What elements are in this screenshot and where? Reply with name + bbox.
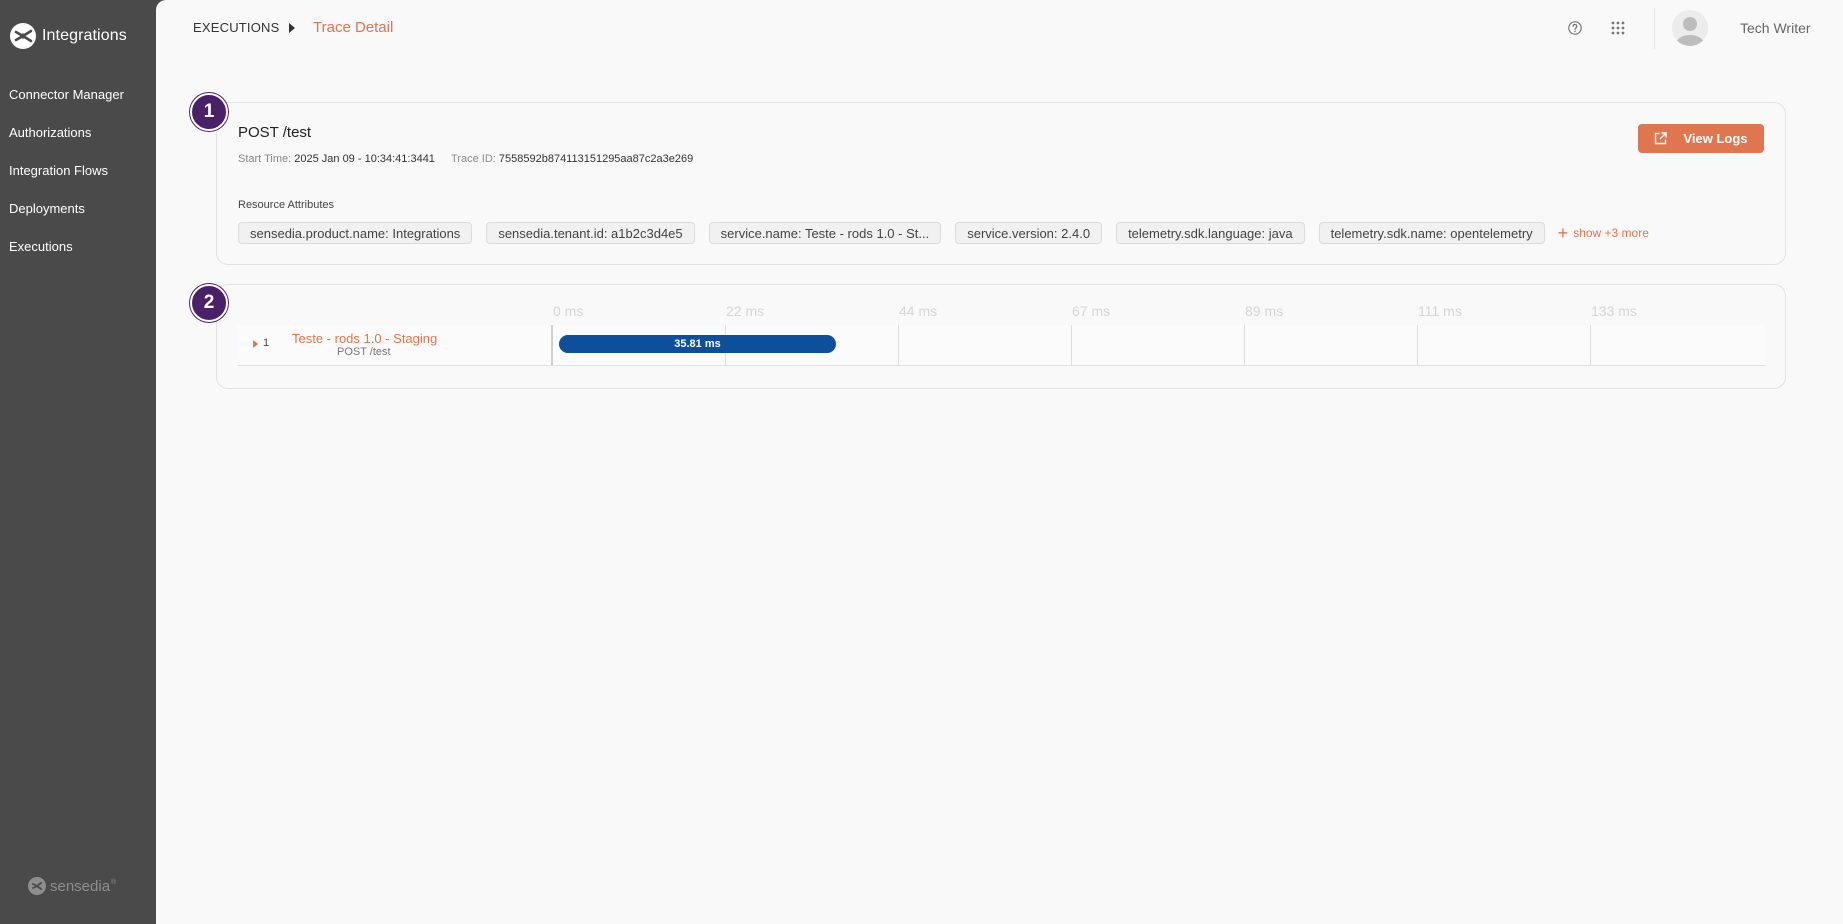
trace-id: Trace ID: 7558592b874113151295aa87c2a3e2… bbox=[451, 153, 693, 165]
trace-title: POST /test bbox=[238, 124, 312, 141]
timeline-gridline bbox=[1244, 325, 1245, 365]
help-icon[interactable] bbox=[1567, 20, 1583, 36]
trace-summary-card: POST /test Start Time: 2025 Jan 09 - 10:… bbox=[216, 102, 1786, 265]
span-name-divider bbox=[551, 325, 553, 365]
step-badge-1: 1 bbox=[190, 93, 228, 131]
span-index: 1 bbox=[263, 337, 270, 349]
timeline-tick: 111 ms bbox=[1418, 303, 1462, 319]
trace-timeline-card: 0 ms 22 ms 44 ms 67 ms 89 ms 111 ms 133 … bbox=[216, 284, 1786, 389]
start-time: Start Time: 2025 Jan 09 - 10:34:41:3441 bbox=[238, 153, 435, 165]
plus-icon: + bbox=[1557, 223, 1569, 243]
brand-name: Integrations bbox=[42, 27, 127, 44]
start-time-value: 2025 Jan 09 - 10:34:41:3441 bbox=[294, 153, 435, 165]
timeline-axis: 0 ms 22 ms 44 ms 67 ms 89 ms 111 ms 133 … bbox=[217, 303, 1787, 319]
view-logs-button[interactable]: View Logs bbox=[1638, 124, 1764, 153]
attribute-chip[interactable]: sensedia.tenant.id: a1b2c3d4e5 bbox=[486, 222, 695, 244]
show-more-attributes-button[interactable]: + show +3 more bbox=[1557, 223, 1649, 243]
sidebar-nav: Connector Manager Authorizations Integra… bbox=[0, 79, 156, 269]
trace-id-value: 7558592b874113151295aa87c2a3e269 bbox=[498, 153, 694, 165]
breadcrumb-current-page: Trace Detail bbox=[313, 19, 394, 36]
topbar: EXECUTIONS Trace Detail Tech Writer bbox=[156, 0, 1843, 58]
trace-id-label: Trace ID: bbox=[451, 153, 496, 165]
registered-mark-icon: ® bbox=[111, 879, 117, 886]
timeline-tick: 22 ms bbox=[726, 303, 765, 319]
timeline-gridline bbox=[1590, 325, 1591, 365]
apps-grid-icon[interactable] bbox=[1610, 20, 1626, 36]
sidebar-item-executions[interactable]: Executions bbox=[0, 231, 156, 269]
timeline-gridline bbox=[1071, 325, 1072, 365]
sidebar-item-connector-manager[interactable]: Connector Manager bbox=[0, 79, 156, 117]
user-name[interactable]: Tech Writer bbox=[1740, 20, 1811, 36]
main-panel: EXECUTIONS Trace Detail Tech Writer 1 PO… bbox=[156, 0, 1843, 924]
resource-attributes-label: Resource Attributes bbox=[238, 199, 334, 211]
span-duration-bar[interactable]: 35.81 ms bbox=[559, 335, 836, 353]
sidebar-item-deployments[interactable]: Deployments bbox=[0, 193, 156, 231]
span-service-name[interactable]: Teste - rods 1.0 - Staging bbox=[292, 331, 437, 346]
timeline-gridline bbox=[1417, 325, 1418, 365]
user-avatar-icon bbox=[1672, 10, 1708, 46]
show-more-label: show +3 more bbox=[1573, 226, 1649, 240]
sidebar: Integrations Connector Manager Authoriza… bbox=[0, 0, 156, 924]
resource-attributes-list: sensedia.product.name: Integrations sens… bbox=[238, 222, 1649, 244]
breadcrumb-executions[interactable]: EXECUTIONS bbox=[193, 20, 280, 35]
timeline-tick: 67 ms bbox=[1072, 303, 1111, 319]
timeline-gridline bbox=[898, 325, 899, 365]
sensedia-logo-icon bbox=[28, 877, 46, 895]
timeline-tick: 89 ms bbox=[1245, 303, 1284, 319]
footer-brand-name: sensedia bbox=[50, 877, 111, 895]
sidebar-item-integration-flows[interactable]: Integration Flows bbox=[0, 155, 156, 193]
footer-brand: sensedia ® bbox=[27, 876, 116, 896]
breadcrumb-separator-icon bbox=[289, 23, 295, 33]
user-avatar[interactable] bbox=[1672, 10, 1708, 46]
topbar-divider bbox=[1654, 8, 1655, 49]
step-badge-2: 2 bbox=[190, 284, 228, 322]
attribute-chip[interactable]: service.name: Teste - rods 1.0 - St... bbox=[708, 222, 942, 244]
span-duration-label: 35.81 ms bbox=[674, 338, 721, 350]
integrations-logo-icon bbox=[10, 23, 36, 49]
brand[interactable]: Integrations bbox=[9, 22, 127, 50]
attribute-chip[interactable]: sensedia.product.name: Integrations bbox=[238, 222, 473, 244]
sidebar-item-authorizations[interactable]: Authorizations bbox=[0, 117, 156, 155]
expand-caret-icon[interactable] bbox=[253, 340, 258, 348]
external-link-icon bbox=[1655, 132, 1668, 145]
attribute-chip[interactable]: telemetry.sdk.name: opentelemetry bbox=[1318, 222, 1545, 244]
timeline-tick: 0 ms bbox=[553, 303, 584, 319]
span-operation: POST /test bbox=[337, 346, 391, 358]
attribute-chip[interactable]: telemetry.sdk.language: java bbox=[1116, 222, 1305, 244]
timeline-tick: 133 ms bbox=[1591, 303, 1637, 319]
span-row[interactable]: 1 Teste - rods 1.0 - Staging POST /test … bbox=[237, 325, 1765, 366]
timeline-tick: 44 ms bbox=[899, 303, 938, 319]
view-logs-label: View Logs bbox=[1683, 131, 1748, 146]
attribute-chip[interactable]: service.version: 2.4.0 bbox=[955, 222, 1103, 244]
start-time-label: Start Time: bbox=[238, 153, 292, 165]
